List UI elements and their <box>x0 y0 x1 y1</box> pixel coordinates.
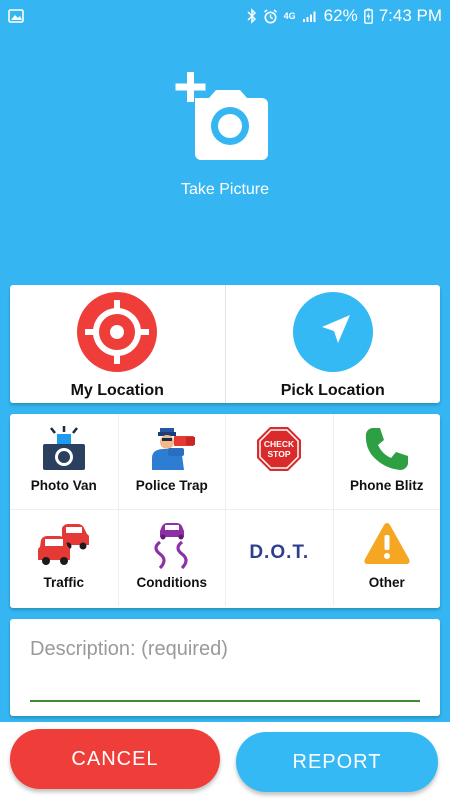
category-label: Traffic <box>43 575 84 590</box>
pick-location-label: Pick Location <box>280 382 385 399</box>
signal-icon <box>302 9 318 23</box>
location-card: My Location Pick Location <box>10 285 440 403</box>
phone-icon <box>364 426 410 477</box>
category-conditions[interactable]: Conditions <box>117 510 226 606</box>
network-type-icon: 4G <box>283 11 296 21</box>
cancel-button[interactable]: CANCEL <box>10 729 220 789</box>
category-dot[interactable]: D.O.T. <box>225 510 333 606</box>
category-photo-van[interactable]: Photo Van <box>10 414 118 510</box>
category-label: Photo Van <box>30 478 97 493</box>
category-phone-blitz[interactable]: Phone Blitz <box>332 414 440 510</box>
slippery-road-icon <box>148 522 196 575</box>
navigation-arrow-icon <box>292 291 374 378</box>
traffic-cars-icon <box>37 522 90 571</box>
add-photo-icon <box>175 72 275 169</box>
category-police-trap[interactable]: Police Trap <box>117 414 225 510</box>
description-card <box>10 619 440 716</box>
report-button[interactable]: REPORT <box>236 732 438 792</box>
photo-van-icon <box>41 426 87 477</box>
dot-text-icon: D.O.T. <box>249 542 310 563</box>
alarm-icon <box>263 8 278 24</box>
category-label: Police Trap <box>135 478 208 493</box>
take-picture-button[interactable]: Take Picture <box>165 72 285 198</box>
category-label: Phone Blitz <box>350 478 424 493</box>
category-traffic[interactable]: Traffic <box>10 510 118 606</box>
description-underline <box>30 700 420 702</box>
clock-time: 7:43 PM <box>378 6 442 25</box>
take-picture-label: Take Picture <box>180 181 270 198</box>
category-other[interactable]: Other <box>332 510 441 606</box>
battery-percent: 62% <box>323 6 358 25</box>
category-card: Photo Van Police Trap CHECK STOP Phone B… <box>10 414 440 608</box>
police-trap-icon <box>146 426 198 479</box>
my-location-button[interactable]: My Location <box>10 285 225 403</box>
check-stop-sign-icon: CHECK STOP <box>256 426 302 477</box>
description-input[interactable] <box>30 629 420 669</box>
svg-text:STOP: STOP <box>268 449 291 459</box>
svg-text:CHECK: CHECK <box>264 439 295 449</box>
battery-charging-icon <box>363 8 373 24</box>
bluetooth-icon <box>247 8 257 24</box>
category-label: Conditions <box>136 575 208 590</box>
category-check-stop[interactable]: CHECK STOP <box>225 414 333 510</box>
warning-icon <box>363 522 411 571</box>
crosshair-icon <box>76 291 158 378</box>
pick-location-button[interactable]: Pick Location <box>224 285 441 403</box>
image-notification-icon <box>8 9 24 23</box>
my-location-label: My Location <box>70 382 164 399</box>
status-bar: 4G 62% 7:43 PM <box>0 0 450 32</box>
category-label: Other <box>368 575 405 590</box>
